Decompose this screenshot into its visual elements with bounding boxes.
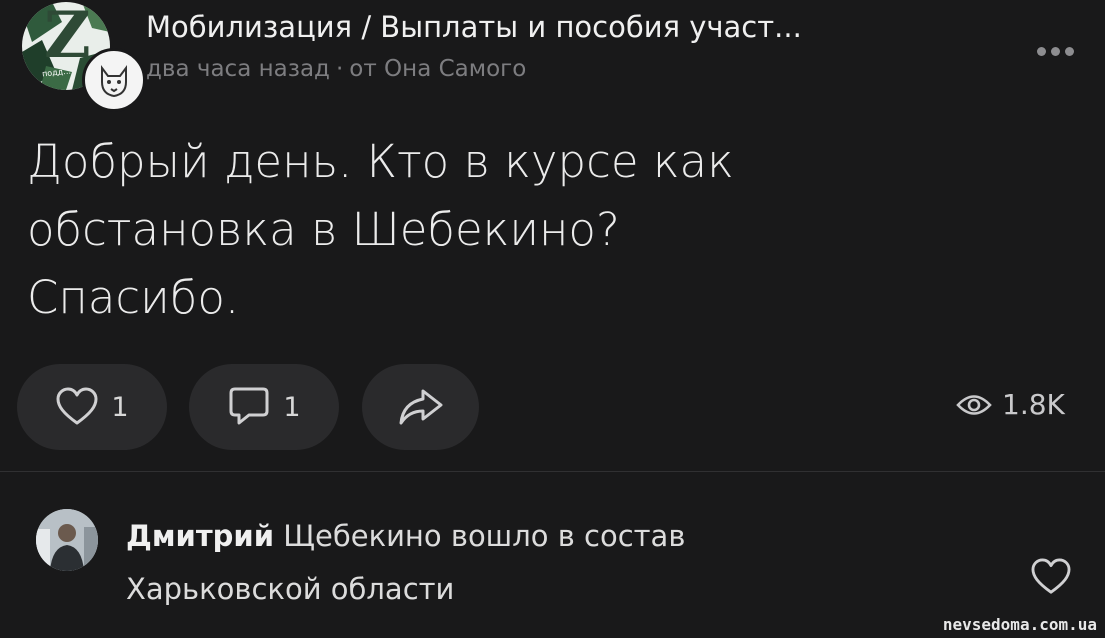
post-text-line: обстановка в Шебекино? xyxy=(27,203,620,256)
comment-text-line: Харьковской области xyxy=(126,572,455,606)
more-icon-dot xyxy=(1064,46,1074,56)
divider xyxy=(0,471,1105,472)
post-text: Добрый день. Кто в курсе как обстановка … xyxy=(27,128,1027,332)
post-author[interactable]: от Она Самого xyxy=(349,56,526,82)
watermark: nevsedoma.com.ua xyxy=(942,615,1097,634)
more-options-button[interactable] xyxy=(1030,42,1080,60)
heart-icon xyxy=(1031,558,1071,594)
views-count: 1.8K xyxy=(1002,388,1065,421)
comment-text: Щебекино вошло в состав xyxy=(283,519,686,553)
like-count: 1 xyxy=(111,391,129,423)
share-icon xyxy=(399,389,442,425)
comment-like-button[interactable] xyxy=(1030,558,1072,600)
more-icon xyxy=(1036,46,1046,56)
comment-author[interactable]: Дмитрий xyxy=(126,519,274,553)
like-button[interactable]: 1 xyxy=(17,364,167,450)
author-avatar[interactable] xyxy=(82,48,146,112)
z-emblem: Z xyxy=(44,2,91,73)
dog-icon xyxy=(101,65,127,98)
post-meta: два часа назад · от Она Самого xyxy=(146,56,526,82)
group-title[interactable]: Мобилизация / Выплаты и пособия участ... xyxy=(146,10,996,44)
views-counter: 1.8K xyxy=(956,388,1065,421)
share-button[interactable] xyxy=(362,364,479,450)
comment-icon xyxy=(229,387,269,425)
post-screen: Z подд... Мобилизация / Выплаты и пособи… xyxy=(0,0,1105,638)
comment-button[interactable]: 1 xyxy=(189,364,339,450)
meta-separator: · xyxy=(335,56,344,82)
eye-icon xyxy=(956,394,992,415)
comment: Дмитрий Щебекино вошло в состав Харьковс… xyxy=(126,510,946,616)
commenter-avatar[interactable] xyxy=(36,509,98,571)
heart-icon xyxy=(56,387,98,425)
more-icon-dot xyxy=(1050,46,1060,56)
person-photo xyxy=(36,509,98,571)
group-avatar-stack[interactable]: Z подд... xyxy=(22,2,146,112)
post-time: два часа назад xyxy=(146,56,330,82)
comment-count: 1 xyxy=(283,391,301,423)
post-text-line: Спасибо. xyxy=(27,271,240,324)
post-text-line: Добрый день. Кто в курсе как xyxy=(27,135,734,188)
